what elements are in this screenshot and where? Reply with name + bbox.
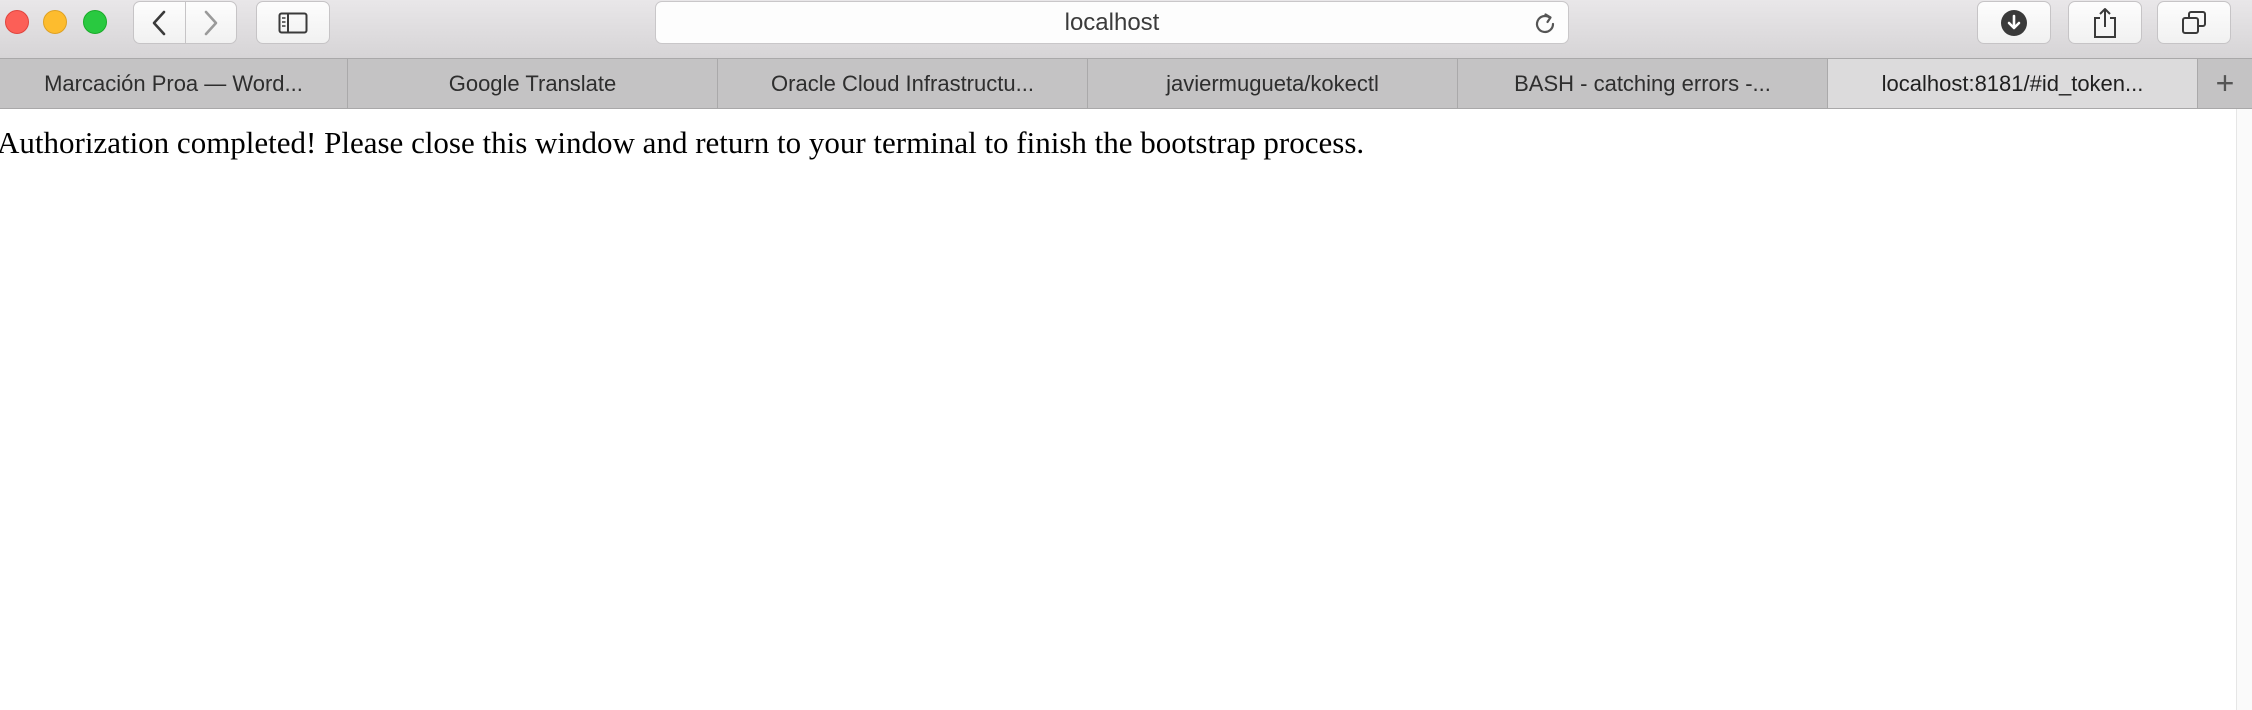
sidebar-toggle-button[interactable] <box>256 1 330 44</box>
tab-bar: Marcación Proa — Word... Google Translat… <box>0 58 2252 109</box>
tabs-overview-icon <box>2182 10 2206 34</box>
chevron-right-icon <box>204 10 218 35</box>
navigation-buttons <box>133 1 237 44</box>
authorization-message: Authorization completed! Please close th… <box>0 125 1365 160</box>
tab-google-translate[interactable]: Google Translate <box>348 59 718 108</box>
tab-localhost-active[interactable]: localhost:8181/#id_token... <box>1828 59 2198 108</box>
tab-kokectl[interactable]: javiermugueta/kokectl <box>1088 59 1458 108</box>
tab-bash-errors[interactable]: BASH - catching errors -... <box>1458 59 1828 108</box>
sidebar-icon <box>278 12 308 33</box>
tab-overview-button[interactable] <box>2157 1 2231 44</box>
page-content: Authorization completed! Please close th… <box>0 109 2252 710</box>
download-icon <box>2001 9 2027 36</box>
share-icon <box>2094 7 2116 38</box>
address-bar[interactable]: localhost <box>655 1 1569 44</box>
address-text: localhost <box>1064 8 1160 36</box>
scrollbar-track[interactable] <box>2236 109 2252 710</box>
minimize-window-button[interactable] <box>43 10 67 34</box>
back-button[interactable] <box>134 2 185 43</box>
tab-marcacion-proa[interactable]: Marcación Proa — Word... <box>0 59 348 108</box>
chevron-left-icon <box>152 10 166 35</box>
new-tab-button[interactable]: + <box>2198 59 2252 108</box>
maximize-window-button[interactable] <box>83 10 107 34</box>
downloads-button[interactable] <box>1977 1 2051 44</box>
share-button[interactable] <box>2068 1 2142 44</box>
reload-icon[interactable] <box>1532 11 1558 37</box>
close-window-button[interactable] <box>5 10 29 34</box>
forward-button[interactable] <box>184 2 237 43</box>
browser-toolbar: localhost <box>0 0 2252 58</box>
tab-oracle-cloud[interactable]: Oracle Cloud Infrastructu... <box>718 59 1088 108</box>
